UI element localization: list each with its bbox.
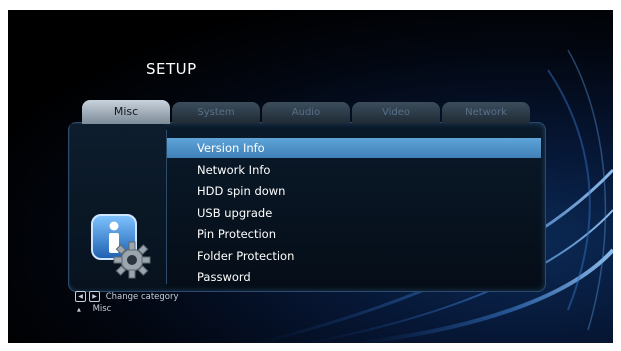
menu-item-network-info[interactable]: Network Info (167, 160, 541, 180)
change-category-label: Change category (105, 292, 179, 302)
menu-item-folder-protection[interactable]: Folder Protection (167, 246, 541, 266)
current-category-label: Misc (92, 304, 112, 314)
right-arrow-key-icon: ▶ (89, 291, 100, 302)
current-category-hint: ▲ Misc (77, 304, 111, 314)
page-title: SETUP (146, 60, 197, 78)
category-tabs: Misc System Audio Video Network (68, 100, 544, 124)
menu-item-version-info[interactable]: Version Info (167, 138, 541, 158)
gear-icon (113, 241, 151, 279)
change-category-hint: ◀ ▶ Change category (75, 291, 179, 302)
menu-item-usb-upgrade[interactable]: USB upgrade (167, 203, 541, 223)
left-arrow-key-icon: ◀ (75, 291, 86, 302)
menu-item-pin-protection[interactable]: Pin Protection (167, 224, 541, 244)
tab-system[interactable]: System (172, 102, 260, 124)
tab-misc[interactable]: Misc (82, 100, 170, 124)
tab-video[interactable]: Video (352, 102, 440, 124)
menu-item-password[interactable]: Password (167, 267, 541, 287)
tab-network[interactable]: Network (442, 102, 530, 124)
setup-menu: Version Info Network Info HDD spin down … (166, 130, 543, 284)
tab-audio[interactable]: Audio (262, 102, 350, 124)
up-arrow-icon: ▲ (77, 307, 81, 313)
menu-item-hdd-spin-down[interactable]: HDD spin down (167, 181, 541, 201)
